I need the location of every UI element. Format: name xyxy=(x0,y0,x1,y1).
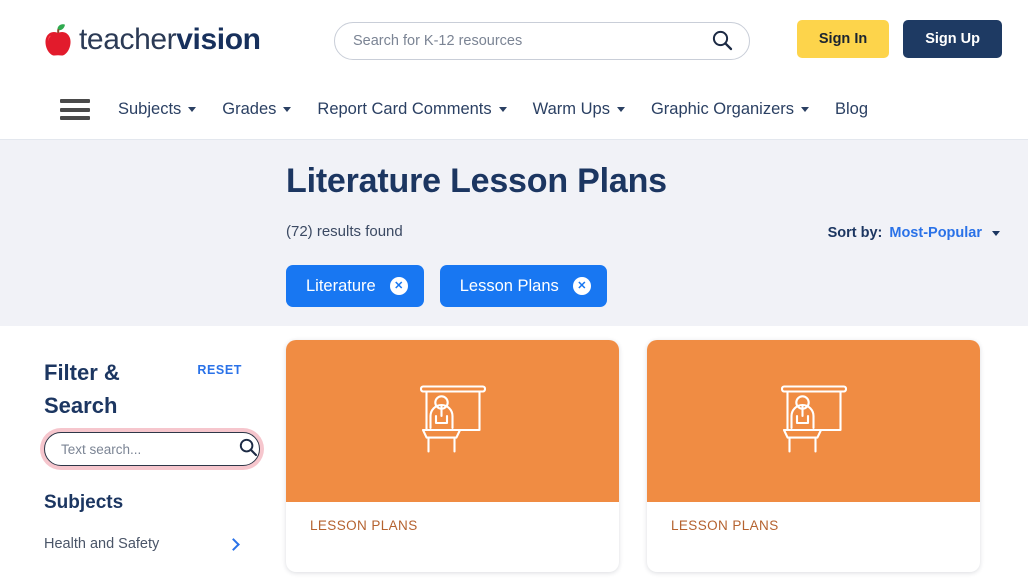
teacher-presentation-icon xyxy=(414,383,492,460)
logo-word-teacher: teacher xyxy=(79,23,177,56)
filter-sidebar: Filter & Search RESET Subjects Health an… xyxy=(0,326,286,578)
close-icon[interactable]: ✕ xyxy=(389,277,408,295)
chevron-down-icon xyxy=(992,230,1000,236)
filter-chip-label: Lesson Plans xyxy=(459,276,559,295)
nav-item-label: Graphic Organizers xyxy=(650,100,795,118)
result-card-thumbnail xyxy=(647,340,980,502)
result-card-kicker: LESSON PLANS xyxy=(671,518,779,533)
sidebar-item-label: Health and Safety xyxy=(44,536,160,552)
nav-item-label: Subjects xyxy=(118,100,182,118)
result-card[interactable]: LESSON PLANS xyxy=(286,340,619,572)
result-card-thumbnail xyxy=(286,340,619,502)
site-header: teachervision Sign In Sign Up xyxy=(0,0,1028,80)
results-grid: LESSON PLANS LESSON PLANS xyxy=(286,326,1028,578)
sign-in-button[interactable]: Sign In xyxy=(796,20,890,58)
filter-search-heading: Filter & Search xyxy=(44,360,120,418)
auth-buttons: Sign In Sign Up xyxy=(796,20,1002,58)
nav-item-blog[interactable]: Blog xyxy=(835,100,868,119)
search-input[interactable] xyxy=(353,33,709,49)
logo-wordmark: teachervision xyxy=(79,25,261,55)
text-search-input[interactable] xyxy=(61,441,238,457)
nav-item-label: Grades xyxy=(222,100,277,118)
apple-icon xyxy=(44,24,72,56)
search-icon[interactable] xyxy=(238,437,258,462)
teacher-presentation-icon xyxy=(775,383,853,460)
hamburger-bar xyxy=(60,107,90,112)
sign-up-button[interactable]: Sign Up xyxy=(903,20,1002,58)
chevron-down-icon xyxy=(616,107,625,112)
results-count: (72) results found xyxy=(286,223,403,240)
chevron-down-icon xyxy=(283,107,292,112)
sort-by-value[interactable]: Most-Popular xyxy=(889,225,982,241)
filter-text-search[interactable] xyxy=(44,432,260,466)
search-submit-button[interactable] xyxy=(709,28,735,54)
logo-word-vision: vision xyxy=(176,23,261,56)
result-card-body: LESSON PLANS xyxy=(647,502,980,533)
nav-item-label: Warm Ups xyxy=(532,100,610,118)
nav-item-grades[interactable]: Grades xyxy=(222,100,292,119)
nav-item-label: Report Card Comments xyxy=(317,100,492,118)
hero-band: Literature Lesson Plans (72) results fou… xyxy=(0,140,1028,326)
nav-item-label: Blog xyxy=(835,100,869,118)
reset-filters-link[interactable]: RESET xyxy=(197,363,242,377)
main-navigation: Subjects Grades Report Card Comments War… xyxy=(0,80,1028,140)
filter-chip-lesson-plans[interactable]: Lesson Plans ✕ xyxy=(439,265,607,307)
filter-chip-label: Literature xyxy=(306,276,376,295)
content-area: Filter & Search RESET Subjects Health an… xyxy=(0,326,1028,578)
site-logo[interactable]: teachervision xyxy=(44,18,261,62)
hamburger-bar xyxy=(60,99,90,103)
hamburger-menu-icon[interactable] xyxy=(60,99,90,120)
page-title: Literature Lesson Plans xyxy=(286,162,667,200)
chevron-down-icon xyxy=(498,107,507,112)
filter-chip-literature[interactable]: Literature ✕ xyxy=(286,265,424,307)
chevron-down-icon xyxy=(801,107,810,112)
sort-by-control[interactable]: Sort by: Most-Popular xyxy=(828,225,1000,241)
filter-sidebar-header: Filter & Search RESET xyxy=(44,356,242,422)
sidebar-item-health-and-safety[interactable]: Health and Safety xyxy=(44,536,242,552)
active-filter-chips: Literature ✕ Lesson Plans ✕ xyxy=(286,265,607,307)
search-icon xyxy=(711,29,733,54)
result-card[interactable]: LESSON PLANS xyxy=(647,340,980,572)
chevron-down-icon xyxy=(188,107,197,112)
sort-by-label: Sort by: xyxy=(827,225,883,241)
result-card-kicker: LESSON PLANS xyxy=(310,518,418,533)
nav-item-warm-ups[interactable]: Warm Ups xyxy=(533,100,625,119)
nav-item-report-card-comments[interactable]: Report Card Comments xyxy=(317,100,507,119)
hamburger-bar xyxy=(60,116,90,120)
nav-item-graphic-organizers[interactable]: Graphic Organizers xyxy=(650,100,810,119)
close-icon[interactable]: ✕ xyxy=(572,277,591,295)
subjects-heading: Subjects xyxy=(44,492,124,513)
result-card-body: LESSON PLANS xyxy=(286,502,619,533)
chevron-right-icon xyxy=(227,537,240,551)
nav-item-subjects[interactable]: Subjects xyxy=(118,100,197,119)
global-search-bar[interactable] xyxy=(334,22,750,60)
